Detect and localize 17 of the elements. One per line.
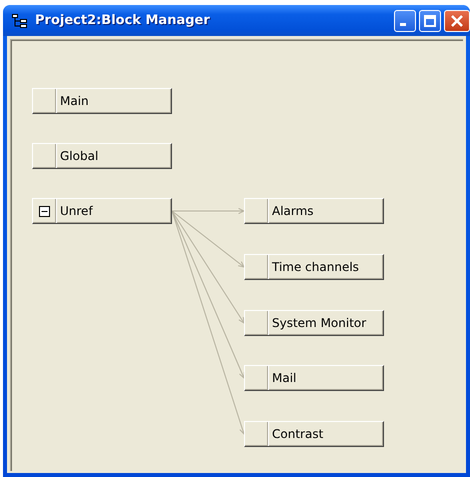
close-button[interactable]	[444, 10, 470, 32]
block-button[interactable]: Time channels	[244, 254, 384, 280]
block-button[interactable]: Alarms	[244, 198, 384, 224]
block-button[interactable]: Mail	[244, 365, 384, 391]
block-button[interactable]: Unref	[32, 198, 172, 224]
minimize-button[interactable]	[394, 10, 416, 32]
close-icon	[451, 14, 463, 26]
block-button[interactable]: Contrast	[244, 421, 384, 447]
window-title: Project2:Block Manager	[35, 13, 211, 28]
block-button[interactable]: Global	[32, 143, 172, 169]
maximize-icon	[424, 14, 436, 26]
block-button[interactable]: System Monitor	[244, 310, 384, 336]
minimize-icon	[400, 22, 406, 26]
collapse-icon[interactable]	[38, 206, 50, 216]
maximize-button[interactable]	[419, 10, 441, 32]
block-button[interactable]: Main	[32, 88, 172, 114]
tree-icon	[11, 12, 29, 28]
